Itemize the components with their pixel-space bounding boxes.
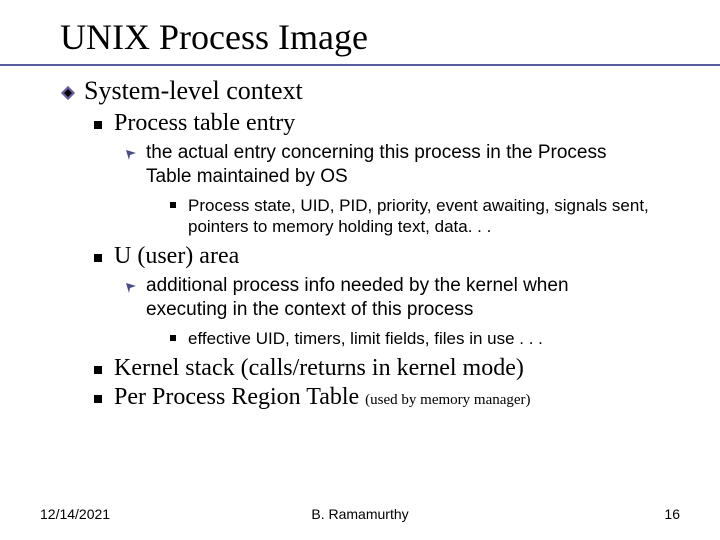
bullet-level2: Per Process Region Table (used by memory…: [94, 384, 680, 411]
square-icon: [94, 254, 102, 262]
level1-text: System-level context: [84, 76, 303, 106]
level2-text: Kernel stack (calls/returns in kernel mo…: [114, 355, 524, 382]
level2-text: U (user) area: [114, 243, 239, 270]
diamond-icon: [60, 85, 76, 101]
level4-text: effective UID, timers, limit fields, fil…: [188, 328, 543, 349]
bullet-level2: Process table entry: [94, 110, 680, 137]
bullet-level1: System-level context: [60, 76, 680, 106]
level2-note: (used by memory manager): [365, 392, 530, 408]
footer-author: B. Ramamurthy: [0, 506, 720, 522]
square-icon: [94, 121, 102, 129]
small-square-icon: [170, 202, 176, 208]
bullet-level3: the actual entry concerning this process…: [124, 141, 650, 189]
bullet-level4: Process state, UID, PID, priority, event…: [170, 195, 660, 238]
level3-text: the actual entry concerning this process…: [146, 141, 650, 189]
title-underline: [0, 64, 720, 66]
slide-title: UNIX Process Image: [60, 16, 680, 58]
level3-text: additional process info needed by the ke…: [146, 274, 650, 322]
slide: UNIX Process Image System-level context …: [0, 0, 720, 540]
small-square-icon: [170, 335, 176, 341]
bullet-level3: additional process info needed by the ke…: [124, 274, 650, 322]
level2-main: Per Process Region Table: [114, 384, 365, 410]
square-icon: [94, 395, 102, 403]
pointer-icon: [124, 278, 138, 302]
slide-body: System-level context Process table entry…: [60, 76, 680, 411]
level2-text: Per Process Region Table (used by memory…: [114, 384, 531, 411]
level4-text: Process state, UID, PID, priority, event…: [188, 195, 660, 238]
bullet-level4: effective UID, timers, limit fields, fil…: [170, 328, 660, 349]
bullet-level2: Kernel stack (calls/returns in kernel mo…: [94, 355, 680, 382]
level2-text: Process table entry: [114, 110, 295, 137]
square-icon: [94, 366, 102, 374]
pointer-icon: [124, 145, 138, 169]
slide-footer: 12/14/2021 B. Ramamurthy 16: [0, 506, 720, 522]
bullet-level2: U (user) area: [94, 243, 680, 270]
